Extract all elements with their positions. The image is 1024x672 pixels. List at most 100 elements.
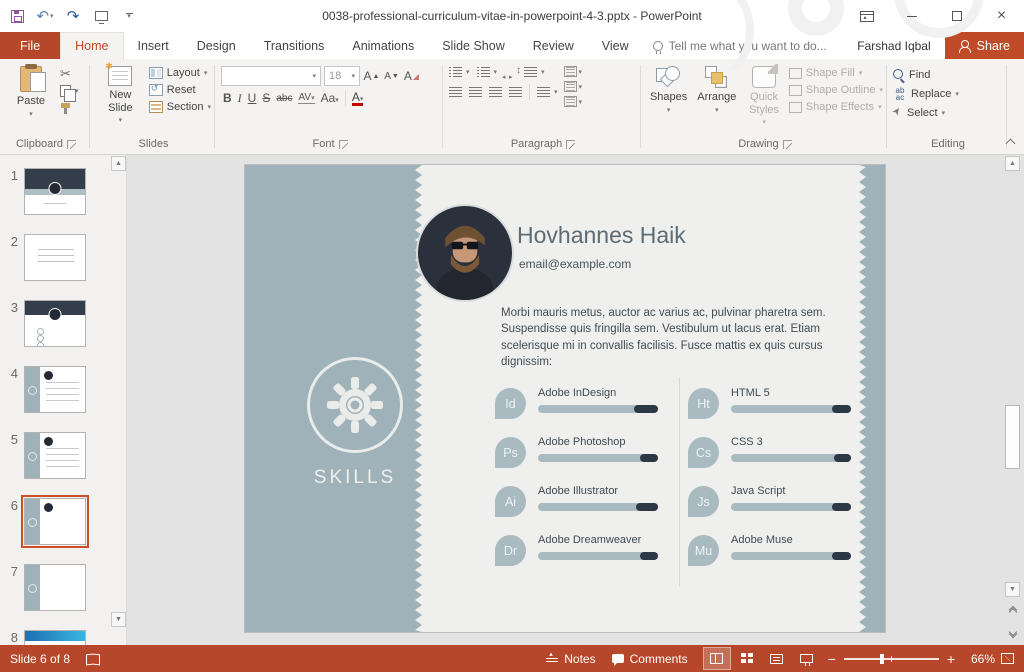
align-left-icon[interactable] [449, 87, 462, 97]
character-spacing-button[interactable]: AV▾ [298, 92, 314, 104]
zoom-slider[interactable] [844, 658, 939, 660]
slide-thumbnail-1[interactable] [24, 168, 86, 215]
scrollbar-thumb[interactable] [1005, 405, 1020, 469]
bold-button[interactable]: B [223, 91, 232, 105]
italic-button[interactable]: I [238, 91, 242, 106]
font-size-combo[interactable]: 18▾ [324, 66, 360, 86]
numbering-button[interactable]: ▾ [477, 67, 498, 77]
slide-thumbnail-8[interactable] [24, 630, 86, 645]
cv-bio-text[interactable]: Morbi mauris metus, auctor ac varius ac,… [501, 305, 873, 370]
shape-effects-button[interactable]: Shape Effects▾ [789, 101, 883, 113]
slide-thumbnail-3[interactable] [24, 300, 86, 347]
justify-icon[interactable] [509, 87, 522, 97]
cv-name[interactable]: Hovhannes Haik [517, 222, 686, 249]
tab-insert[interactable]: Insert [124, 32, 183, 59]
change-case-button[interactable]: Aa▾ [321, 91, 339, 105]
quick-styles-button[interactable]: Quick Styles▾ [743, 63, 784, 136]
shadow-button[interactable]: abc [276, 93, 292, 104]
underline-button[interactable]: U [248, 91, 257, 105]
tab-slide-show[interactable]: Slide Show [428, 32, 519, 59]
font-name-combo[interactable]: ▾ [221, 66, 321, 86]
convert-smartart-button[interactable]: ▾ [564, 96, 583, 107]
zoom-percent[interactable]: 66% [963, 652, 995, 666]
tab-review[interactable]: Review [519, 32, 588, 59]
strikethrough-button[interactable]: S [262, 91, 270, 105]
zoom-out-icon[interactable]: − [828, 651, 836, 667]
shape-outline-button[interactable]: Shape Outline▾ [789, 84, 883, 96]
comments-button[interactable]: Comments [604, 645, 696, 672]
thumbnail-scrollbar[interactable]: ▲ ▼ [110, 155, 127, 645]
reset-button[interactable]: Reset [149, 84, 211, 96]
replace-button[interactable]: abacReplace▾ [893, 87, 959, 101]
spellcheck-icon[interactable] [86, 654, 100, 664]
fit-slide-to-window-icon[interactable] [1001, 653, 1014, 664]
skills-title[interactable]: SKILLS [245, 467, 465, 489]
tab-animations[interactable]: Animations [338, 32, 428, 59]
paragraph-dialog-launcher[interactable] [566, 140, 575, 149]
copy-button[interactable]: ▾ [60, 85, 79, 97]
close-icon[interactable]: × [979, 0, 1024, 32]
shapes-button[interactable]: Shapes▾ [647, 63, 690, 136]
clear-formatting-icon[interactable]: A◢ [403, 67, 420, 85]
drawing-dialog-launcher[interactable] [783, 140, 792, 149]
shrink-font-icon[interactable]: A▼ [383, 67, 400, 85]
slide-thumbnail-2[interactable] [24, 234, 86, 281]
share-button[interactable]: Share [945, 32, 1024, 59]
scroll-up-icon[interactable]: ▲ [111, 156, 126, 171]
tab-home[interactable]: Home [60, 32, 123, 59]
line-spacing-button[interactable]: ▾ [518, 67, 545, 77]
text-direction-button[interactable]: ▾ [564, 66, 583, 77]
previous-slide-button[interactable] [1005, 603, 1020, 619]
font-dialog-launcher[interactable] [339, 140, 348, 149]
normal-view-button[interactable] [704, 648, 730, 669]
tab-design[interactable]: Design [183, 32, 250, 59]
slide-thumbnail-6[interactable] [24, 498, 86, 545]
profile-photo[interactable] [418, 206, 512, 300]
scroll-down-icon[interactable]: ▼ [1005, 582, 1020, 597]
section-button[interactable]: Section▾ [149, 101, 211, 113]
collapse-ribbon-icon[interactable] [1006, 138, 1014, 146]
format-painter-icon[interactable] [60, 102, 72, 114]
new-slide-button[interactable]: New Slide▾ [96, 63, 145, 136]
zoom-in-icon[interactable]: + [947, 651, 955, 667]
slide-canvas[interactable]: Hovhannes Haik email@example.com Morbi m… [245, 165, 885, 632]
scroll-up-icon[interactable]: ▲ [1005, 156, 1020, 171]
reading-view-button[interactable] [764, 648, 790, 669]
next-slide-button[interactable] [1005, 625, 1020, 641]
find-button[interactable]: Find [893, 69, 959, 81]
columns-button[interactable]: ▾ [537, 87, 558, 97]
layout-button[interactable]: Layout▾ [149, 67, 211, 79]
tab-transitions[interactable]: Transitions [250, 32, 339, 59]
vertical-scrollbar[interactable]: ▲ ▼ [1004, 155, 1022, 645]
slide-sorter-button[interactable] [734, 648, 760, 669]
bullets-button[interactable]: ▾ [449, 67, 470, 77]
tell-me-box[interactable]: Tell me what you want to do... [643, 32, 837, 59]
notes-button[interactable]: Notes [538, 645, 603, 672]
tab-file[interactable]: File [0, 32, 60, 59]
maximize-icon[interactable] [934, 0, 979, 32]
scroll-down-icon[interactable]: ▼ [111, 612, 126, 627]
slide-thumbnail-5[interactable] [24, 432, 86, 479]
tab-view[interactable]: View [588, 32, 643, 59]
ribbon-display-options-icon[interactable] [844, 0, 889, 32]
skills-divider [679, 377, 680, 587]
grow-font-icon[interactable]: A▲ [363, 67, 380, 85]
slide-thumbnail-4[interactable] [24, 366, 86, 413]
paste-button[interactable]: Paste▾ [6, 63, 56, 136]
arrange-button[interactable]: Arrange▾ [694, 63, 739, 136]
align-right-icon[interactable] [489, 87, 502, 97]
slideshow-view-button[interactable] [794, 648, 820, 669]
select-button[interactable]: Select▾ [893, 107, 959, 119]
cv-email[interactable]: email@example.com [519, 257, 631, 271]
font-color-button[interactable]: A▾ [352, 91, 364, 106]
cut-icon[interactable]: ✂ [60, 67, 79, 80]
shape-fill-button[interactable]: Shape Fill▾ [789, 67, 883, 79]
clipboard-dialog-launcher[interactable] [67, 140, 76, 149]
account-name[interactable]: Farshad Iqbal [843, 32, 944, 59]
zoom-slider-thumb[interactable] [880, 654, 884, 664]
align-text-button[interactable]: ▾ [564, 81, 583, 92]
align-center-icon[interactable] [469, 87, 482, 97]
minimize-icon[interactable] [889, 0, 934, 32]
slide-thumbnail-row: 1 [0, 168, 110, 215]
slide-thumbnail-7[interactable] [24, 564, 86, 611]
